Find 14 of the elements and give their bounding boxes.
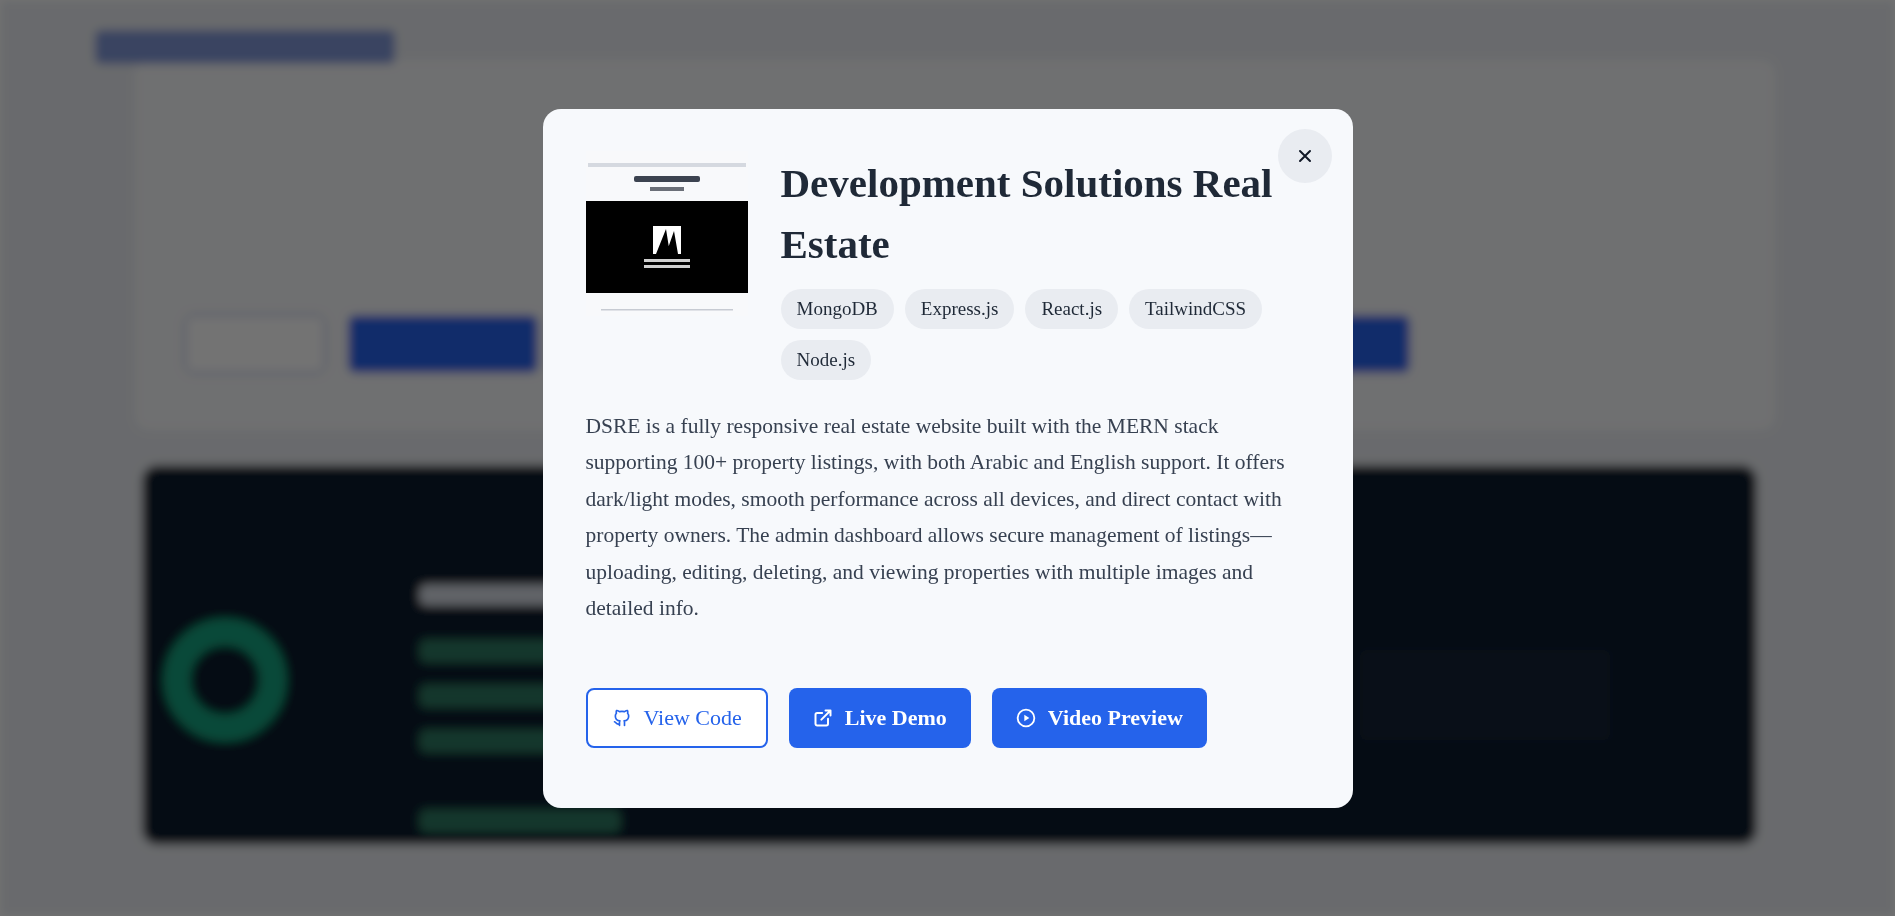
tech-tag: React.js	[1025, 288, 1119, 329]
tech-tag: Node.js	[780, 339, 872, 380]
external-link-icon	[812, 708, 833, 729]
project-description: DSRE is a fully responsive real estate website built with the MERN stack supporting 100+ property listings, with both Arabic and English support. It offers dark/light modes, smooth performance across all devices, and direct contact with property owners. The admin dashboard allows secure management of listings—uploading, editing, deleting, and viewing properties with multiple images and detailed info.	[585, 412, 1286, 623]
close-icon	[1296, 147, 1313, 164]
play-circle-icon	[1015, 708, 1036, 729]
dialog-title: Development Solutions Real Estate	[780, 158, 1274, 269]
github-icon	[611, 708, 632, 729]
live-demo-button[interactable]: Live Demo	[788, 688, 971, 749]
tech-tag: TailwindCSS	[1129, 288, 1263, 329]
tech-tag: MongoDB	[780, 288, 894, 329]
video-preview-button[interactable]: Video Preview	[991, 688, 1207, 749]
view-code-button[interactable]: View Code	[585, 688, 768, 749]
tech-tag: Express.js	[904, 288, 1015, 329]
